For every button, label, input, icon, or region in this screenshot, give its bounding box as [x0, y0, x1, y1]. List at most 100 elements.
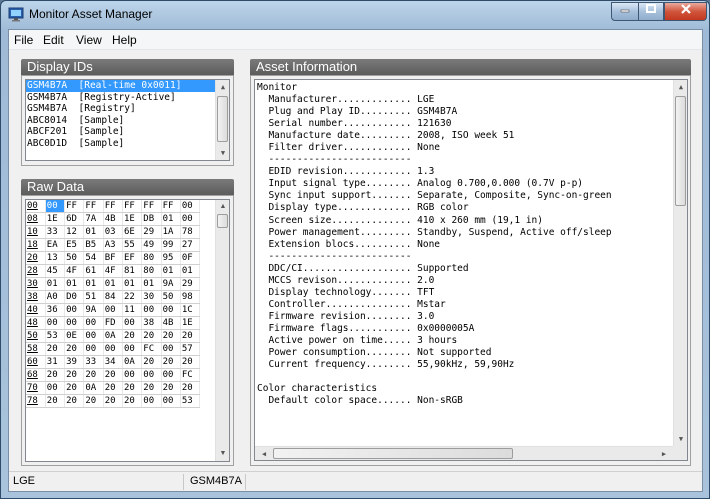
hex-byte-cell[interactable]: 1E	[45, 212, 66, 226]
hex-byte-cell[interactable]: 20	[180, 329, 201, 343]
raw-data-grid[interactable]: 00 00 FF FF FF FF FF FF 00 08 1E 6D 7A 4B 1E DB 01 00 10 33…	[25, 199, 230, 462]
hex-byte-cell[interactable]: 9A	[161, 277, 181, 291]
hex-byte-cell[interactable]: 00	[103, 303, 123, 317]
hex-byte-cell[interactable]: 00	[161, 342, 181, 356]
hex-byte-cell[interactable]: 36	[45, 303, 66, 317]
menu-edit[interactable]: Edit	[43, 33, 64, 47]
hex-byte-cell[interactable]: FF	[103, 200, 123, 213]
hex-byte-cell[interactable]: FF	[64, 200, 85, 213]
hex-byte-cell[interactable]: 00	[45, 200, 66, 213]
hex-byte-cell[interactable]: 0A	[122, 355, 143, 369]
hex-byte-cell[interactable]: FC	[141, 342, 162, 356]
hex-byte-cell[interactable]: 9A	[83, 303, 104, 317]
hex-byte-cell[interactable]: 20	[161, 355, 181, 369]
hex-byte-cell[interactable]: 20	[180, 381, 201, 395]
scroll-thumb[interactable]	[217, 214, 228, 228]
hex-byte-cell[interactable]: D0	[64, 290, 85, 304]
hex-byte-cell[interactable]: 03	[103, 225, 123, 239]
scroll-thumb[interactable]	[217, 96, 228, 142]
hex-byte-cell[interactable]: 00	[64, 316, 85, 330]
hex-byte-cell[interactable]: 7A	[83, 212, 104, 226]
hex-byte-cell[interactable]: FF	[161, 200, 181, 213]
hex-byte-cell[interactable]: 01	[103, 277, 123, 291]
hex-byte-cell[interactable]: 00	[83, 342, 104, 356]
hex-byte-cell[interactable]: 50	[161, 290, 181, 304]
hex-byte-cell[interactable]: 51	[83, 290, 104, 304]
hex-byte-cell[interactable]: 1E	[122, 212, 143, 226]
hex-byte-cell[interactable]: BF	[103, 251, 123, 265]
hex-byte-cell[interactable]: 00	[83, 329, 104, 343]
hex-byte-cell[interactable]: 81	[122, 264, 143, 278]
hex-byte-cell[interactable]: 38	[141, 316, 162, 330]
hex-byte-cell[interactable]: 01	[180, 264, 201, 278]
display-id-item[interactable]: GSM4B7A [Registry]	[26, 103, 229, 115]
scroll-thumb[interactable]	[675, 96, 686, 206]
hex-byte-cell[interactable]: 01	[161, 212, 181, 226]
title-bar[interactable]: Monitor Asset Manager	[1, 1, 709, 29]
hex-byte-cell[interactable]: FD	[103, 316, 123, 330]
hex-byte-cell[interactable]: 61	[83, 264, 104, 278]
hex-byte-cell[interactable]: 6D	[64, 212, 85, 226]
hex-byte-cell[interactable]: FF	[83, 200, 104, 213]
hex-byte-cell[interactable]: 20	[64, 394, 85, 408]
hex-byte-cell[interactable]: 20	[122, 394, 143, 408]
hex-byte-cell[interactable]: 00	[83, 316, 104, 330]
hex-byte-cell[interactable]: 49	[141, 238, 162, 252]
hex-byte-cell[interactable]: 80	[141, 264, 162, 278]
scroll-down-icon[interactable]: ▼	[674, 432, 687, 446]
hex-byte-cell[interactable]: 0F	[180, 251, 201, 265]
hex-byte-cell[interactable]: 45	[45, 264, 66, 278]
hex-byte-cell[interactable]: 29	[141, 225, 162, 239]
hex-byte-cell[interactable]: 20	[64, 368, 85, 382]
display-ids-list[interactable]: GSM4B7A [Real-time 0x0011] GSM4B7A [Regis…	[25, 79, 230, 161]
display-ids-scrollbar[interactable]: ▲ ▼	[215, 80, 229, 160]
asset-info-text[interactable]: Monitor Manufacturer............. LGE Pl…	[254, 79, 688, 461]
hex-byte-cell[interactable]: 0A	[103, 329, 123, 343]
hex-byte-cell[interactable]: 20	[103, 381, 123, 395]
hex-byte-cell[interactable]: E5	[64, 238, 85, 252]
hex-byte-cell[interactable]: 00	[141, 394, 162, 408]
hex-byte-cell[interactable]: 80	[141, 251, 162, 265]
hex-byte-cell[interactable]: 84	[103, 290, 123, 304]
hex-byte-cell[interactable]: 20	[180, 355, 201, 369]
hex-byte-cell[interactable]: 57	[180, 342, 201, 356]
hex-byte-cell[interactable]: 39	[64, 355, 85, 369]
hex-byte-cell[interactable]: 20	[45, 342, 66, 356]
hex-byte-cell[interactable]: 20	[83, 394, 104, 408]
hex-byte-cell[interactable]: 0E	[64, 329, 85, 343]
hex-byte-cell[interactable]: 20	[141, 329, 162, 343]
hex-byte-cell[interactable]: 20	[122, 329, 143, 343]
hex-byte-cell[interactable]: 20	[64, 342, 85, 356]
menu-view[interactable]: View	[76, 33, 102, 47]
scroll-up-icon[interactable]: ▲	[216, 80, 229, 94]
hex-byte-cell[interactable]: 20	[141, 381, 162, 395]
scroll-right-icon[interactable]: ▶	[657, 447, 671, 460]
hex-byte-cell[interactable]: 1A	[161, 225, 181, 239]
hex-byte-cell[interactable]: 4B	[161, 316, 181, 330]
hex-byte-cell[interactable]: FF	[122, 200, 143, 213]
scroll-up-icon[interactable]: ▲	[216, 200, 229, 214]
display-id-item[interactable]: GSM4B7A [Registry-Active]	[26, 92, 229, 104]
hex-byte-cell[interactable]: 11	[122, 303, 143, 317]
display-id-item[interactable]: ABCF201 [Sample]	[26, 126, 229, 138]
hex-byte-cell[interactable]: 00	[141, 368, 162, 382]
close-button[interactable]	[664, 2, 707, 21]
scroll-up-icon[interactable]: ▲	[674, 80, 687, 94]
hscroll-thumb[interactable]	[273, 448, 513, 459]
hex-byte-cell[interactable]: 98	[180, 290, 201, 304]
asset-info-vscrollbar[interactable]: ▲ ▼	[673, 80, 687, 446]
hex-byte-cell[interactable]: A0	[45, 290, 66, 304]
hex-byte-cell[interactable]: 20	[45, 394, 66, 408]
hex-byte-cell[interactable]: 20	[83, 368, 104, 382]
hex-byte-cell[interactable]: 01	[64, 277, 85, 291]
hex-byte-cell[interactable]: EF	[122, 251, 143, 265]
hex-byte-cell[interactable]: 34	[103, 355, 123, 369]
hex-byte-cell[interactable]: 00	[180, 212, 201, 226]
hex-byte-cell[interactable]: A3	[103, 238, 123, 252]
hex-byte-cell[interactable]: 00	[122, 342, 143, 356]
hex-byte-cell[interactable]: 13	[45, 251, 66, 265]
hex-byte-cell[interactable]: 0A	[83, 381, 104, 395]
hex-byte-cell[interactable]: FF	[141, 200, 162, 213]
hex-byte-cell[interactable]: 99	[161, 238, 181, 252]
hex-byte-cell[interactable]: 50	[64, 251, 85, 265]
